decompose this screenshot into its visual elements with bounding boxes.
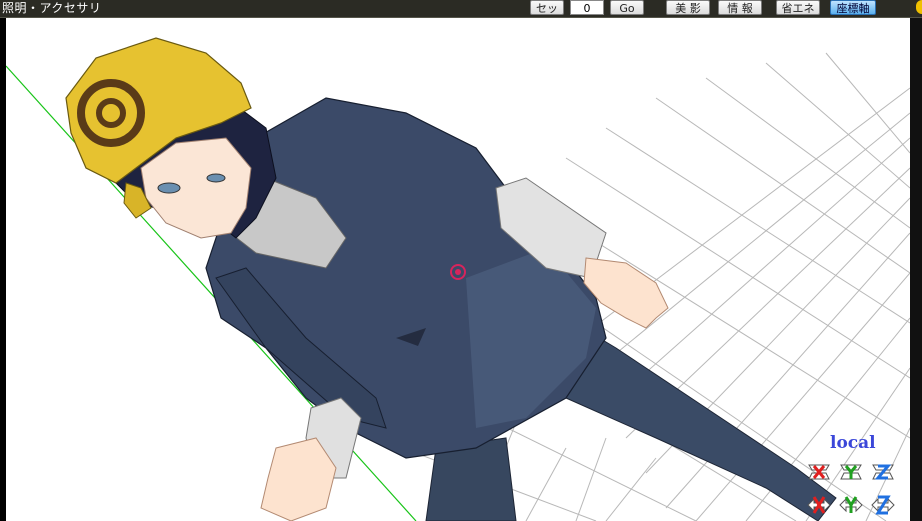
3d-viewport[interactable]: local [6,18,910,521]
info-button[interactable]: 情 報 [718,0,762,15]
character-hand-left [260,437,337,521]
character-eye [157,182,181,194]
frame-input[interactable]: 0 [570,0,604,15]
character-leg-right [565,317,837,521]
rotate-x-icon[interactable] [806,461,832,483]
go-button[interactable]: Go [610,0,644,15]
bieffect-button[interactable]: 美 影 [666,0,710,15]
character-model[interactable] [65,37,837,521]
character-eye-2 [206,173,226,183]
panel-title: 照明・アクセサリ [2,1,102,15]
move-x-icon[interactable] [806,494,832,516]
rotate-y-icon[interactable] [838,461,864,483]
axis-toggle-button[interactable]: 座標軸 [830,0,876,15]
top-toolbar: 照明・アクセサリ セット 0 Go 美 影 情 報 省エネ 座標軸 [0,0,922,30]
rotate-z-icon[interactable] [870,461,896,483]
move-z-icon[interactable] [870,494,896,516]
energy-save-button[interactable]: 省エネ [776,0,820,15]
move-y-icon[interactable] [838,494,864,516]
scene-canvas[interactable] [6,18,910,521]
coordinate-mode-label[interactable]: local [830,433,876,453]
set-button[interactable]: セット [530,0,564,30]
right-scroll-gutter [910,18,922,521]
scroll-edge-indicator [916,0,922,14]
